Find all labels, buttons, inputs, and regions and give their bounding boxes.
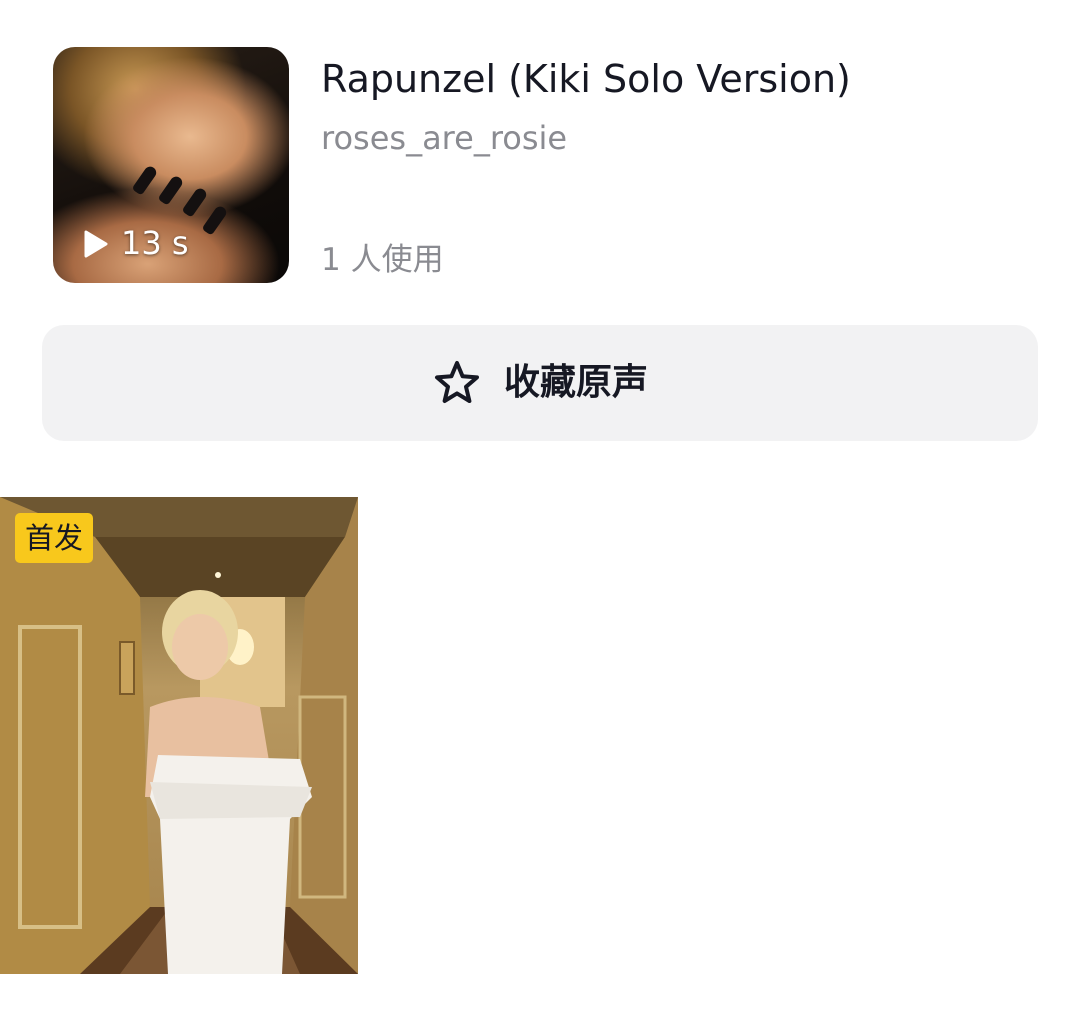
music-title: Rapunzel (Kiki Solo Version): [321, 57, 851, 101]
favorite-sound-label: 收藏原声: [503, 362, 648, 403]
cover-art-detail: [201, 204, 229, 236]
first-release-badge: 首发: [15, 513, 94, 563]
cover-art-detail: [181, 186, 209, 218]
video-thumbnail[interactable]: [0, 497, 358, 974]
video-thumbnail-image: [0, 497, 358, 974]
star-icon: [434, 361, 479, 403]
music-usage-count: 1 人使用: [321, 242, 444, 278]
music-cover[interactable]: 13 s: [53, 47, 289, 283]
music-duration: 13 s: [121, 224, 189, 262]
cover-art-detail: [131, 164, 159, 196]
music-author[interactable]: roses_are_rosie: [321, 117, 567, 159]
play-icon: [84, 230, 108, 258]
cover-art-detail: [157, 174, 185, 206]
favorite-sound-button[interactable]: 收藏原声: [42, 325, 1038, 441]
